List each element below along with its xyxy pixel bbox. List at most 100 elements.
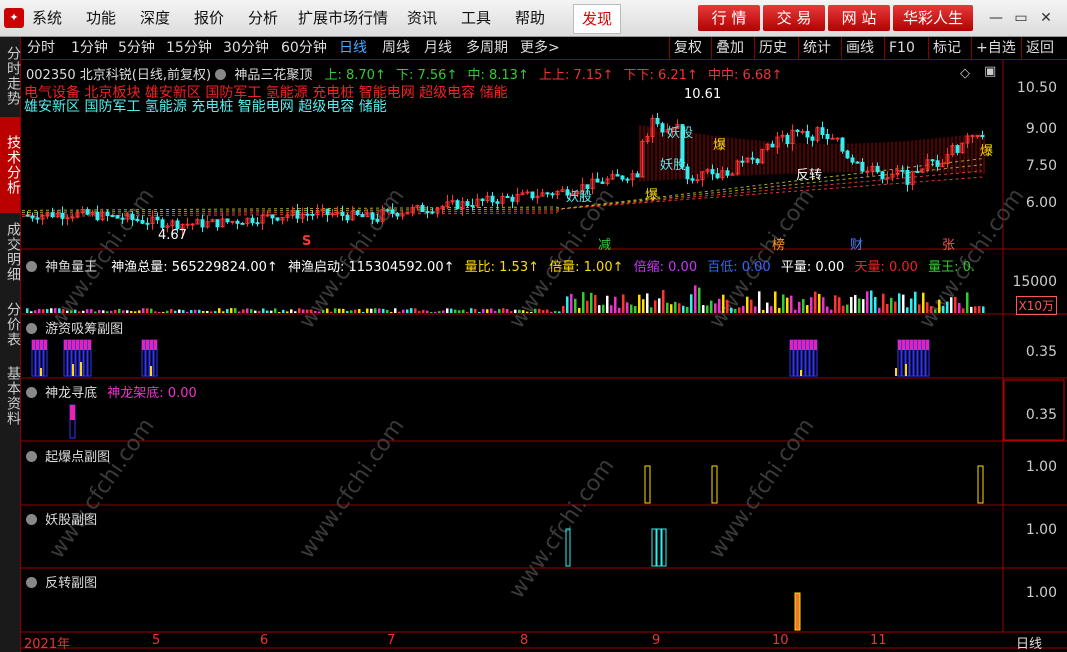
- volume-bar: [258, 311, 261, 313]
- x-axis-label: 5: [152, 633, 161, 648]
- volume-bar: [294, 311, 297, 313]
- candle-body: [800, 130, 805, 133]
- volume-bar: [246, 308, 249, 313]
- event-marker-rank[interactable]: 榜: [772, 234, 785, 253]
- candle-body: [980, 135, 985, 138]
- sub5-title: 反转副图: [45, 576, 98, 591]
- candle-body: [330, 213, 335, 216]
- volume-bar: [522, 310, 525, 313]
- sub1-settings-icon[interactable]: [26, 323, 37, 334]
- event-marker-rise[interactable]: 张: [942, 234, 955, 253]
- candle-body: [225, 218, 230, 223]
- sub1-bar-top: [790, 340, 793, 350]
- volume-bar: [642, 299, 645, 313]
- volume-bar: [770, 306, 773, 313]
- sub1-bar-top: [906, 340, 909, 350]
- sub3-settings-icon[interactable]: [26, 451, 37, 462]
- window-toggle-icon[interactable]: ▣: [984, 64, 996, 79]
- volume-bar: [42, 309, 45, 313]
- candle-body: [305, 213, 310, 216]
- volume-bar: [126, 310, 129, 313]
- watermark-text: www.cfchi.com: [704, 414, 819, 563]
- diamond-icon[interactable]: ◇: [960, 66, 970, 81]
- sub4-settings-icon[interactable]: [26, 514, 37, 525]
- candle-body: [620, 175, 625, 180]
- candle-body: [120, 217, 125, 220]
- sub1-bar-top: [80, 340, 83, 350]
- volume-bar: [146, 308, 149, 313]
- volume-bar: [902, 294, 905, 313]
- volume-bar: [786, 297, 789, 313]
- volume-bar: [402, 309, 405, 313]
- candle-body: [235, 220, 240, 224]
- volume-bar: [774, 291, 777, 313]
- sub3-y-tick: 1.00: [1025, 459, 1057, 475]
- candle-body: [470, 204, 475, 207]
- volume-bar: [238, 311, 241, 313]
- volume-bar: [722, 294, 725, 313]
- volume-bar: [650, 307, 653, 313]
- volume-unit-badge: X10万: [1015, 296, 1057, 315]
- volume-bar: [230, 308, 233, 313]
- volume-bar: [178, 309, 181, 313]
- event-marker-s[interactable]: S: [302, 234, 311, 249]
- volume-bar: [578, 307, 581, 313]
- volume-bar: [846, 304, 849, 313]
- volume-bar: [790, 295, 793, 313]
- candle-body: [855, 161, 860, 164]
- candle-body: [805, 130, 810, 138]
- candle-body: [955, 145, 960, 153]
- volume-bar: [690, 294, 693, 313]
- candle-body: [695, 179, 700, 182]
- x-axis-label: 10: [772, 633, 789, 648]
- candle-body: [850, 157, 855, 163]
- volume-bar: [206, 310, 209, 313]
- candle-body: [190, 223, 195, 226]
- candle-body: [840, 137, 845, 152]
- volume-bar: [362, 311, 365, 313]
- volume-bar: [726, 299, 729, 313]
- volume-bar: [346, 311, 349, 313]
- volume-bar: [750, 299, 753, 313]
- candle-body: [625, 178, 630, 181]
- volume-bar: [942, 305, 945, 313]
- indicator-settings-icon[interactable]: [215, 69, 227, 80]
- indicator-name: 神品三花聚顶: [234, 68, 313, 83]
- event-marker-finance[interactable]: 财: [850, 234, 863, 253]
- volume-bar: [458, 310, 461, 313]
- volume-bar: [394, 308, 397, 313]
- volume-bar: [318, 311, 321, 313]
- sub5-settings-icon[interactable]: [26, 577, 37, 588]
- volume-bar: [406, 309, 409, 313]
- volume-bar: [122, 310, 125, 313]
- volume-settings-icon[interactable]: [26, 261, 37, 272]
- volume-multi: 倍量: 1.00↑: [549, 260, 624, 275]
- candle-body: [785, 134, 790, 145]
- volume-bar: [910, 298, 913, 313]
- volume-bar: [418, 311, 421, 313]
- volume-bar: [94, 311, 97, 313]
- watermark-text: www.cfchi.com: [504, 454, 619, 603]
- volume-bar: [818, 293, 821, 313]
- volume-bar: [314, 310, 317, 313]
- volume-bar: [54, 308, 57, 313]
- candle-body: [710, 169, 715, 175]
- volume-bar: [906, 307, 909, 313]
- sub4-bar: [656, 528, 662, 567]
- event-marker-reduce[interactable]: 减: [598, 234, 611, 253]
- sub2-settings-icon[interactable]: [26, 387, 37, 398]
- candle-body: [740, 160, 745, 163]
- sub1-bar-top: [84, 340, 87, 350]
- volume-bar: [382, 308, 385, 313]
- candle-body: [755, 158, 760, 164]
- sub1-bar-top: [32, 340, 35, 350]
- volume-bar: [630, 304, 633, 313]
- candle-body: [770, 143, 775, 148]
- volume-bar: [182, 310, 185, 313]
- volume-bar: [550, 311, 553, 313]
- sub1-bar-top: [44, 340, 47, 350]
- volume-ratio: 量比: 1.53↑: [464, 260, 539, 275]
- sub1-bar-top: [794, 340, 797, 350]
- volume-bar: [202, 311, 205, 313]
- volume-bar: [114, 309, 117, 313]
